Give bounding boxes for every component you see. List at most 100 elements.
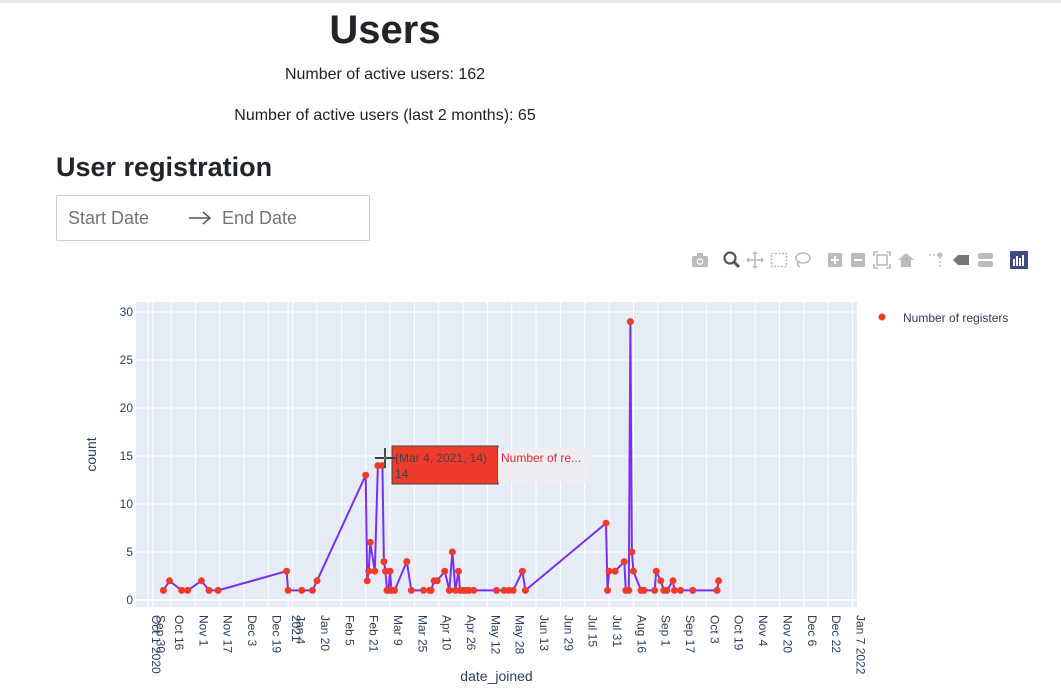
legend[interactable]: Number of registers [878, 311, 1009, 325]
data-point[interactable] [380, 558, 388, 566]
x-tick-label: Jun 13 [537, 615, 551, 651]
section-title-user-registration: User registration [56, 152, 273, 182]
x-tick-label: Apr 10 [440, 615, 454, 651]
data-point[interactable] [391, 586, 399, 594]
zoom-in-icon[interactable] [825, 250, 845, 270]
data-point[interactable] [713, 586, 721, 594]
x-tick-label-line: Dec 19 [269, 615, 283, 653]
hover-closest-icon[interactable] [951, 250, 971, 270]
data-point[interactable] [214, 586, 222, 594]
data-point[interactable] [677, 586, 685, 594]
data-point[interactable] [663, 586, 671, 594]
data-point[interactable] [626, 318, 634, 326]
data-point[interactable] [313, 577, 321, 585]
chart-svg: 051015202530 Oct 1 2020Sep 30 Oct 16 Nov 1… [83, 302, 1009, 684]
data-point[interactable] [640, 586, 648, 594]
data-point[interactable] [419, 586, 427, 594]
x-tick-label-line: Sep 17 [683, 615, 697, 653]
data-point[interactable] [165, 577, 173, 585]
data-point[interactable] [159, 586, 167, 594]
data-point[interactable] [366, 538, 374, 546]
data-point[interactable] [454, 567, 462, 575]
x-axis-label: date_joined [460, 668, 532, 684]
date-range-picker[interactable] [56, 195, 370, 241]
lasso-select-icon[interactable] [792, 250, 812, 270]
data-point[interactable] [493, 586, 500, 594]
box-select-icon[interactable] [769, 250, 789, 270]
hover-tooltip: (Mar 4, 2021, 14) 14 Number of re... [391, 445, 591, 485]
data-point[interactable] [620, 558, 628, 566]
data-point[interactable] [184, 586, 192, 594]
active-users-recent-stat: Number of active users (last 2 months): … [234, 107, 536, 124]
data-point[interactable] [427, 586, 435, 594]
x-tick-label-line: Mar 9 [391, 615, 405, 646]
x-tick-label: Sep 17 [683, 615, 697, 653]
x-tick-label-line: Oct 16 [172, 615, 186, 651]
data-point[interactable] [283, 567, 291, 575]
x-tick-label-line: Jan 20 [318, 615, 332, 651]
x-tick-label: Jan 20 [318, 615, 332, 651]
end-date-input[interactable] [222, 208, 332, 229]
y-axis-ticks: 0 5 10 15 20 25 30 [120, 305, 134, 607]
data-point[interactable] [407, 586, 415, 594]
camera-icon[interactable] [690, 250, 710, 270]
data-point[interactable] [386, 567, 394, 575]
spike-lines-icon[interactable] [926, 250, 946, 270]
data-point[interactable] [284, 586, 292, 594]
data-point[interactable] [629, 567, 637, 575]
data-point[interactable] [308, 586, 316, 594]
data-point[interactable] [371, 567, 379, 575]
data-point[interactable] [362, 471, 370, 479]
data-point[interactable] [518, 567, 526, 575]
data-point[interactable] [652, 567, 660, 575]
zoom-icon[interactable] [722, 250, 742, 270]
pan-icon[interactable] [745, 250, 765, 270]
tooltip-series-name: Number of re... [501, 451, 581, 465]
x-tick-label-line: Mar 25 [415, 615, 429, 653]
reset-axes-icon[interactable] [896, 250, 916, 270]
data-point[interactable] [363, 577, 371, 585]
data-point[interactable] [605, 567, 613, 575]
data-point[interactable] [205, 586, 213, 594]
x-tick-label: Jul 15 [586, 615, 600, 647]
data-point[interactable] [298, 586, 306, 594]
data-point[interactable] [657, 577, 665, 585]
x-tick-label-line: Dec 6 [805, 615, 819, 647]
data-point[interactable] [611, 567, 619, 575]
y-axis-label: count [83, 437, 99, 471]
data-point[interactable] [669, 577, 677, 585]
data-point[interactable] [521, 586, 529, 594]
data-point[interactable] [689, 586, 697, 594]
x-tick-label-line: Apr 10 [440, 615, 454, 651]
data-point[interactable] [715, 577, 723, 585]
data-point[interactable] [365, 567, 373, 575]
data-point[interactable] [651, 586, 659, 594]
data-point[interactable] [441, 567, 449, 575]
data-point[interactable] [602, 519, 610, 527]
start-date-input[interactable] [68, 208, 178, 229]
zoom-out-icon[interactable] [848, 250, 868, 270]
hover-compare-icon[interactable] [975, 250, 995, 270]
active-users-stat: Number of active users: 162 [284, 66, 486, 83]
data-point[interactable] [445, 586, 453, 594]
x-tick-label-line: Jun 29 [561, 615, 575, 651]
data-point[interactable] [625, 586, 633, 594]
data-point[interactable] [197, 577, 205, 585]
data-point[interactable] [670, 586, 678, 594]
autoscale-icon[interactable] [872, 250, 892, 270]
data-point[interactable] [433, 577, 441, 585]
y-tick-label: 5 [126, 545, 133, 559]
data-point[interactable] [509, 586, 517, 594]
data-point[interactable] [178, 586, 186, 594]
plotly-logo-icon[interactable] [1009, 250, 1029, 270]
data-point[interactable] [604, 586, 612, 594]
data-point[interactable] [448, 548, 456, 556]
tooltip-value: (Mar 4, 2021, 14) [395, 451, 487, 465]
data-point[interactable] [470, 586, 478, 594]
data-point[interactable] [628, 548, 636, 556]
x-tick-label: Nov 17 [221, 615, 235, 653]
data-point[interactable] [403, 558, 411, 566]
x-tick-label-line: Oct 19 [732, 615, 746, 651]
x-tick-label: Jul 31 [610, 615, 624, 647]
x-tick-label: Aug 16 [634, 615, 648, 653]
